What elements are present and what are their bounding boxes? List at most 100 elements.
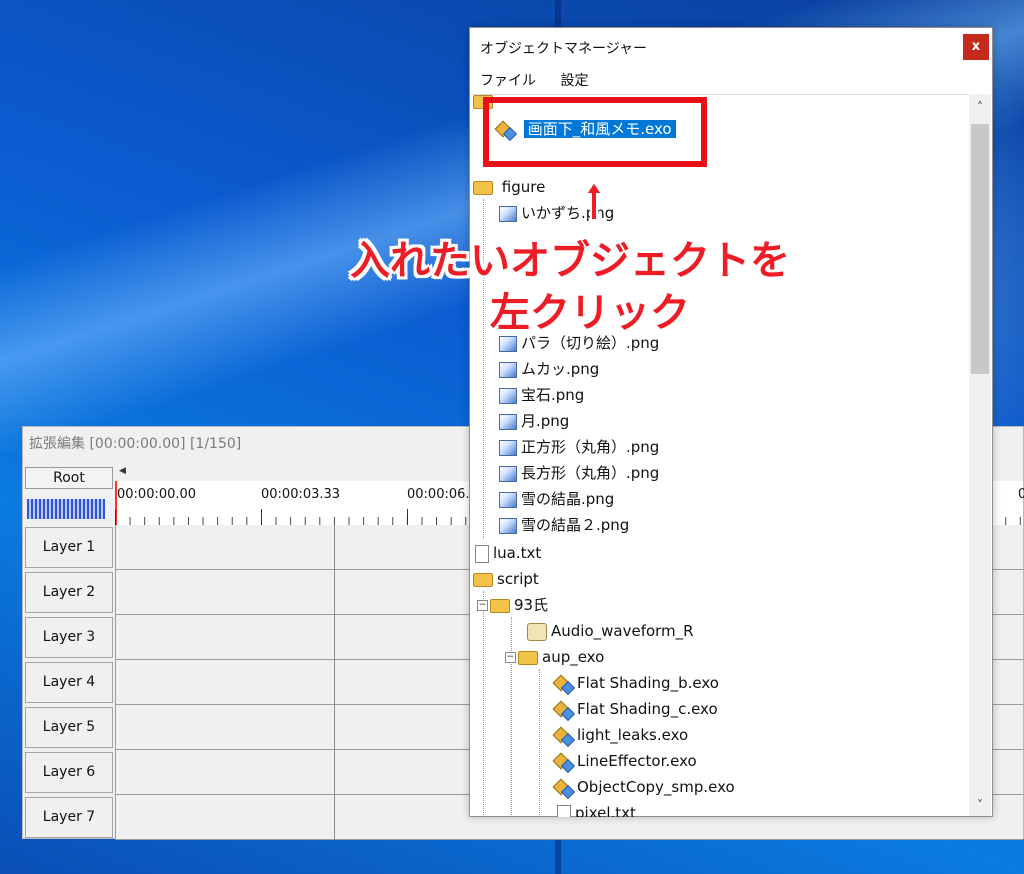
tree-item-label: Flat Shading_c.exo [577, 700, 718, 718]
ruler-major-tick [407, 509, 408, 525]
tree-item-label: pixel.txt [575, 804, 636, 817]
ruler-major-tick [261, 509, 262, 525]
tree-item[interactable]: 宝石.png [499, 383, 584, 407]
tree-folder-93[interactable]: − 93氏 [477, 593, 548, 617]
tree-item-label: lua.txt [493, 544, 542, 562]
tree-item-label: ObjectCopy_smp.exo [577, 778, 735, 796]
window-title: オブジェクトマネージャー [480, 41, 648, 57]
image-file-icon [499, 205, 517, 222]
close-button[interactable]: x [963, 34, 989, 60]
vertical-scrollbar[interactable]: ˄ ˅ [969, 94, 991, 816]
tree-item-label: Flat Shading_b.exo [577, 674, 719, 692]
tree-item-label: light_leaks.exo [577, 726, 689, 744]
tree-item[interactable]: 長方形（丸角）.png [499, 461, 659, 485]
highlight-box [483, 97, 707, 167]
exo-file-icon [553, 701, 573, 719]
collapse-toggle-icon[interactable]: − [505, 652, 516, 663]
tree-item-label: 雪の結晶.png [521, 490, 615, 508]
image-file-icon [499, 387, 517, 404]
tree-item-label: aup_exo [542, 648, 605, 666]
layer-button[interactable]: Layer 5 [25, 707, 113, 748]
tree-item[interactable]: 雪の結晶２.png [499, 513, 629, 537]
tree-item[interactable]: LineEffector.exo [553, 749, 697, 773]
ruler-label: 00:00:03.33 [261, 487, 341, 502]
ruler-major-tick [115, 509, 116, 525]
audio-meter [27, 499, 105, 519]
tree-item[interactable]: lua.txt [475, 541, 541, 565]
tree-item-label: ムカッ.png [521, 360, 600, 378]
scrollbar-thumb[interactable] [971, 124, 989, 374]
scroll-down-icon[interactable]: ˅ [973, 798, 987, 812]
layer-button[interactable]: Layer 1 [25, 527, 113, 568]
tree-item[interactable]: Flat Shading_c.exo [553, 697, 718, 721]
tree-item[interactable]: light_leaks.exo [553, 723, 688, 747]
tree-item-label: Audio_waveform_R [551, 622, 694, 640]
exo-file-icon [553, 675, 573, 693]
tree-guide [539, 669, 540, 817]
playhead-cursor[interactable] [115, 525, 116, 840]
track-divider [334, 705, 335, 750]
menu-bar: ファイル 設定 [480, 70, 608, 90]
taskbar [0, 839, 1024, 874]
image-file-icon [499, 491, 517, 508]
exo-file-icon [553, 727, 573, 745]
layer-button[interactable]: Layer 3 [25, 617, 113, 658]
tree-item[interactable]: 月.png [499, 409, 569, 433]
ruler-right-label: 00 [1018, 487, 1024, 502]
tree-item[interactable]: ムカッ.png [499, 357, 599, 381]
layer-button[interactable]: Layer 7 [25, 797, 113, 838]
layer-button[interactable]: Layer 6 [25, 752, 113, 793]
track-divider [334, 525, 335, 570]
folder-open-icon [473, 180, 493, 195]
tree-item-label: LineEffector.exo [577, 752, 697, 770]
image-file-icon [499, 361, 517, 378]
tree-item[interactable]: Audio_waveform_R [527, 619, 694, 643]
annotation-line-1: 入れたいオブジェクトを [350, 238, 790, 284]
track-divider [334, 795, 335, 840]
folder-open-icon [490, 598, 510, 613]
tree-folder-aup-exo[interactable]: − aup_exo [505, 645, 604, 669]
ruler-label: 00:00:00.00 [117, 487, 197, 502]
tree-guide [483, 591, 484, 817]
tree-item[interactable]: 雪の結晶.png [499, 487, 614, 511]
image-file-icon [499, 413, 517, 430]
tree-item-label: 93氏 [514, 596, 549, 614]
tree-item-label: figure [501, 178, 546, 196]
file-tree: 画面下_和風メモ.exo figure いかずち.png パラ（切り絵）.png… [471, 94, 968, 817]
menu-file[interactable]: ファイル [480, 73, 536, 89]
tree-item-label: 宝石.png [521, 386, 585, 404]
tree-item[interactable]: 正方形（丸角）.png [499, 435, 659, 459]
layer-button[interactable]: Layer 2 [25, 572, 113, 613]
image-file-icon [499, 465, 517, 482]
image-file-icon [499, 517, 517, 534]
track-divider [334, 660, 335, 705]
exo-file-icon [553, 753, 573, 771]
root-button[interactable]: Root [25, 467, 113, 489]
folder-open-icon [518, 650, 538, 665]
track-divider [334, 750, 335, 795]
menu-settings[interactable]: 設定 [560, 73, 588, 89]
track-divider [334, 570, 335, 615]
text-file-icon [475, 544, 489, 563]
exo-file-icon [553, 779, 573, 797]
tree-item-label: 月.png [521, 412, 570, 430]
tree-item-label: 正方形（丸角）.png [521, 438, 660, 456]
track-divider [334, 615, 335, 660]
text-file-icon [557, 804, 571, 817]
scroll-up-icon[interactable]: ˄ [973, 100, 987, 114]
tree-item-label: script [497, 570, 539, 588]
tree-item[interactable]: ObjectCopy_smp.exo [553, 775, 735, 799]
collapse-toggle-icon[interactable]: − [477, 600, 488, 611]
tree-item-label: 雪の結晶２.png [521, 516, 630, 534]
annotation-line-2: 左クリック [490, 290, 690, 336]
tree-folder-figure[interactable]: figure [473, 175, 545, 199]
script-file-icon [527, 622, 547, 641]
folder-open-icon [473, 572, 493, 587]
tree-item[interactable]: pixel.txt [557, 801, 636, 817]
tree-item[interactable]: Flat Shading_b.exo [553, 671, 719, 695]
timeline-title: 拡張編集 [00:00:00.00] [1/150] [29, 436, 242, 452]
image-file-icon [499, 439, 517, 456]
tree-folder-script[interactable]: script [473, 567, 539, 591]
scroll-left-arrow-icon[interactable]: ◀ [119, 466, 131, 480]
layer-button[interactable]: Layer 4 [25, 662, 113, 703]
